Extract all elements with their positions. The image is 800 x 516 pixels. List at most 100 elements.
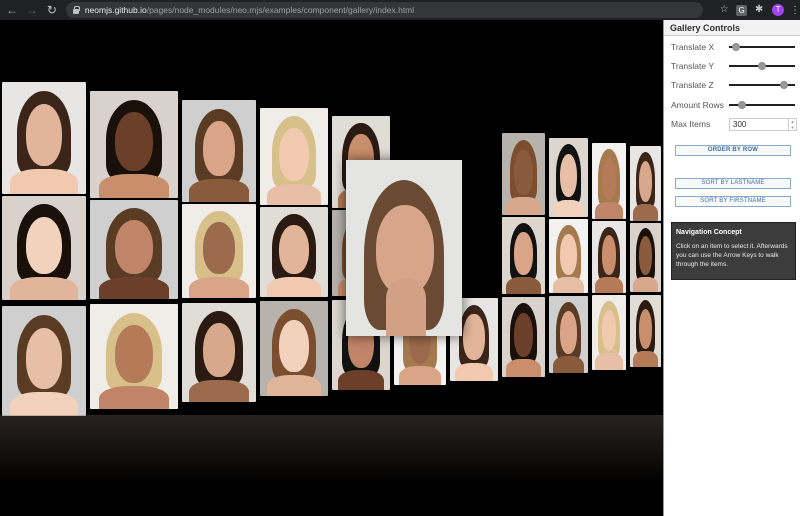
gallery-item[interactable] — [182, 302, 256, 402]
gallery-item[interactable] — [549, 219, 588, 294]
gallery-item[interactable] — [260, 108, 328, 205]
face-shape — [202, 222, 236, 275]
translate-x-slider[interactable] — [729, 43, 795, 51]
gallery-item[interactable] — [549, 296, 588, 374]
url-host: neomjs.github.io — [84, 5, 147, 15]
lock-icon — [72, 6, 80, 14]
shoulders-shape — [595, 277, 623, 293]
gallery-item[interactable] — [260, 206, 328, 297]
shoulders-shape — [506, 277, 541, 294]
shoulders-shape — [506, 197, 541, 216]
slider-thumb[interactable] — [737, 101, 746, 109]
browser-toolbar: ← → ↻ neomjs.github.io /pages/node_modul… — [0, 0, 800, 20]
gallery-item[interactable] — [592, 142, 626, 219]
slider-thumb[interactable] — [731, 43, 740, 51]
gallery-item[interactable] — [630, 146, 661, 221]
face-shape — [638, 309, 653, 349]
shoulders-shape — [552, 199, 585, 218]
shoulders-shape — [633, 277, 658, 293]
gallery-viewport[interactable] — [0, 20, 663, 516]
url-path: /pages/node_modules/neo.mjs/examples/com… — [146, 5, 415, 15]
gallery-item[interactable] — [502, 217, 545, 294]
gallery-item[interactable] — [2, 82, 86, 194]
face-shape — [114, 325, 154, 383]
navigation-text: Click on an item to select it. Afterward… — [676, 243, 788, 268]
amount-rows-slider[interactable] — [729, 101, 795, 109]
sort-by-firstname-button[interactable]: SORT BY FIRSTNAME — [675, 196, 791, 207]
shoulders-shape — [399, 366, 441, 386]
forward-icon[interactable]: → — [24, 2, 40, 18]
face-shape — [463, 314, 485, 361]
address-bar[interactable]: neomjs.github.io /pages/node_modules/neo… — [65, 2, 704, 18]
control-translate-z: Translate Z — [671, 78, 797, 92]
gallery-item[interactable] — [549, 138, 588, 218]
translate-z-slider[interactable] — [729, 81, 795, 89]
gallery-item[interactable] — [90, 91, 178, 198]
face-shape — [601, 157, 617, 200]
gallery-item[interactable] — [502, 296, 545, 377]
gallery-item[interactable] — [502, 133, 545, 216]
max-items-label: Max Items — [671, 119, 711, 129]
shoulders-shape — [552, 356, 585, 374]
max-items-input[interactable]: 300 — [729, 117, 789, 131]
face-shape — [279, 127, 309, 181]
face-shape — [114, 112, 154, 172]
face-shape — [25, 328, 63, 389]
face-shape — [202, 322, 236, 378]
shoulders-shape — [552, 277, 585, 294]
face-shape — [514, 149, 533, 195]
face-shape — [279, 320, 309, 373]
sort-by-lastname-button[interactable]: SORT BY LASTNAME — [675, 178, 791, 189]
face-shape — [25, 216, 63, 274]
gallery-item[interactable] — [630, 222, 661, 293]
gallery-item[interactable] — [260, 301, 328, 396]
gallery-controls-panel: Gallery Controls Translate X Translate Y… — [663, 20, 800, 516]
max-items-spinner[interactable]: ▲ ▼ — [789, 117, 797, 131]
shoulders-shape — [633, 204, 658, 221]
gallery-item[interactable] — [592, 220, 626, 293]
shoulders-shape — [266, 183, 322, 205]
face-shape — [601, 235, 617, 275]
browser-menu-icon[interactable]: ⋮ — [790, 5, 800, 16]
gallery-item[interactable] — [90, 304, 178, 410]
profile-avatar[interactable]: T — [772, 4, 784, 16]
gallery-item[interactable] — [182, 203, 256, 298]
extensions-puzzle-icon[interactable]: ✱ — [752, 3, 766, 17]
gallery-item[interactable] — [2, 306, 86, 416]
gallery-item[interactable] — [592, 295, 626, 370]
face-shape — [559, 311, 578, 354]
slider-thumb[interactable] — [780, 81, 789, 89]
bookmark-star-icon[interactable]: ☆ — [717, 3, 731, 17]
face-shape — [25, 104, 63, 166]
control-max-items: Max Items 300 ▲ ▼ — [671, 117, 797, 131]
shoulders-shape — [10, 277, 78, 300]
floor-reflection — [0, 415, 663, 516]
gallery-item[interactable] — [2, 196, 86, 300]
shoulders-shape — [266, 277, 322, 297]
translate-y-slider[interactable] — [729, 62, 795, 70]
shoulders-shape — [98, 277, 170, 299]
control-translate-x: Translate X — [671, 40, 797, 54]
back-icon[interactable]: ← — [4, 2, 20, 18]
face-shape — [559, 153, 578, 198]
face-shape — [514, 232, 533, 275]
gallery-item[interactable] — [182, 100, 256, 202]
translate-y-label: Translate Y — [671, 61, 714, 71]
slider-thumb[interactable] — [758, 62, 766, 70]
shoulders-shape — [595, 202, 623, 219]
gallery-item[interactable] — [630, 294, 661, 367]
shoulders-shape — [189, 380, 249, 402]
order-by-row-button[interactable]: ORDER BY ROW — [675, 145, 791, 156]
panel-title: Gallery Controls — [664, 20, 800, 36]
navigation-concept-box: Navigation Concept Click on an item to s… — [671, 222, 796, 280]
shoulders-shape — [595, 353, 623, 370]
extension-g-icon[interactable]: G — [736, 4, 748, 16]
shoulders-shape — [98, 386, 170, 410]
neck-shape — [386, 278, 426, 336]
navigation-title: Navigation Concept — [676, 229, 742, 236]
selected-gallery-item[interactable] — [346, 160, 462, 336]
gallery-item[interactable] — [90, 199, 178, 299]
reload-icon[interactable]: ↻ — [44, 2, 60, 18]
shoulders-shape — [189, 277, 249, 298]
translate-x-label: Translate X — [671, 42, 715, 52]
